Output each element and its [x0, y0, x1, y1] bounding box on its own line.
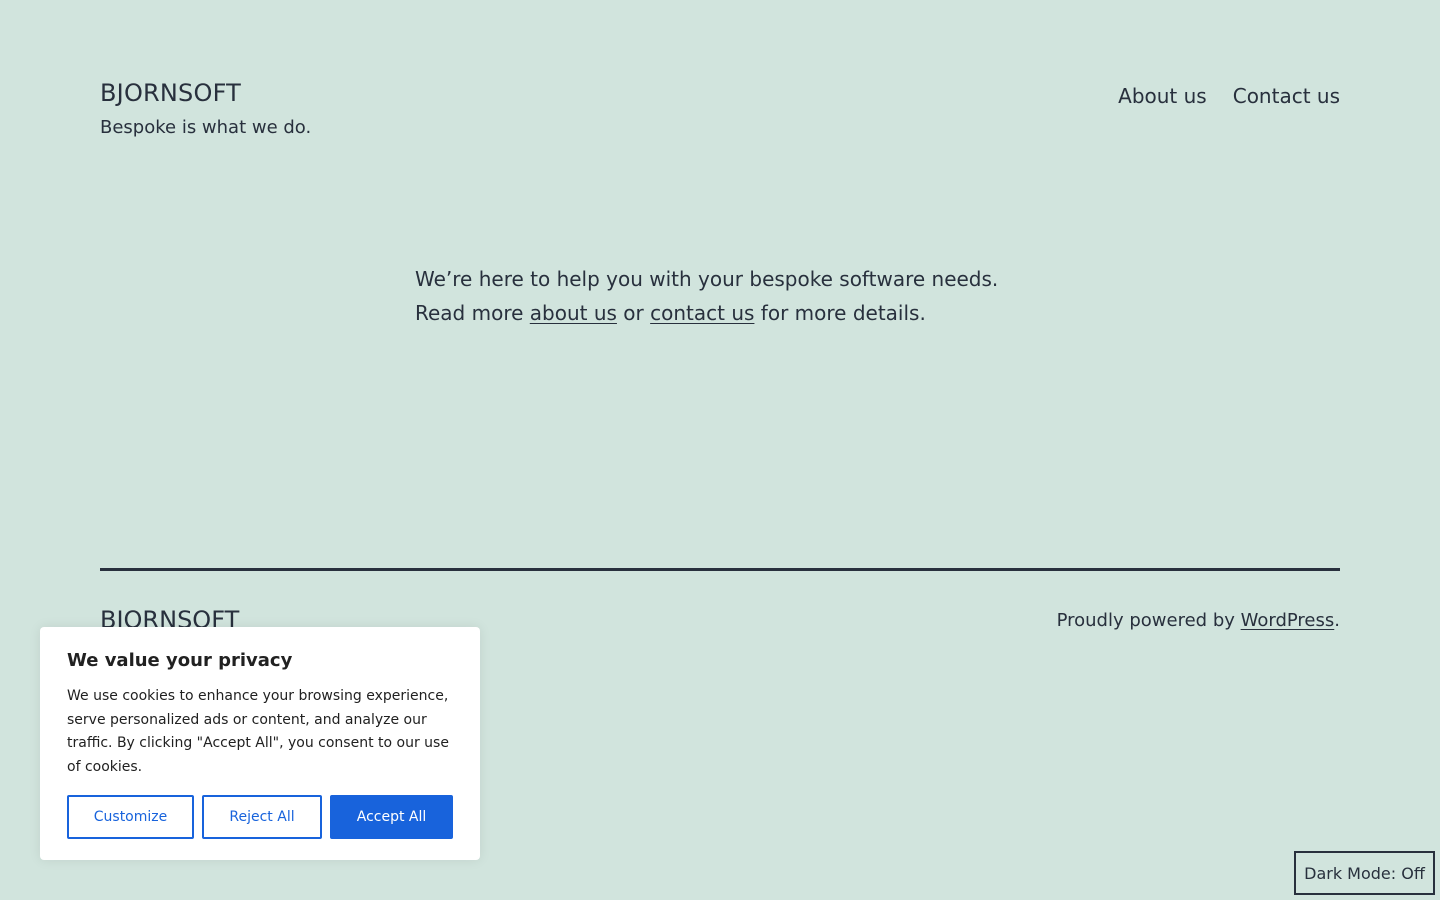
- site-header: BJORNSOFT Bespoke is what we do. About u…: [100, 78, 1340, 148]
- intro-paragraph-line1: We’re here to help you with your bespoke…: [415, 267, 999, 291]
- cookie-consent-banner: We value your privacy We use cookies to …: [40, 627, 480, 860]
- dark-mode-toggle-button[interactable]: Dark Mode: Off: [1294, 851, 1435, 895]
- main-content: We’re here to help you with your bespoke…: [415, 262, 1115, 330]
- nav-link-about-us[interactable]: About us: [1118, 83, 1207, 109]
- line2-suffix: for more details.: [754, 301, 926, 325]
- intro-paragraph-line2: Read more about us or contact us for mor…: [415, 296, 1115, 330]
- powered-by-text: Proudly powered by WordPress.: [1057, 609, 1340, 633]
- site-tagline: Bespoke is what we do.: [100, 117, 312, 138]
- about-us-inline-link[interactable]: about us: [530, 301, 617, 325]
- line2-prefix: Read more: [415, 301, 530, 325]
- cookie-banner-description: We use cookies to enhance your browsing …: [67, 688, 449, 775]
- accept-all-button[interactable]: Accept All: [330, 795, 453, 839]
- contact-us-inline-link[interactable]: contact us: [650, 301, 754, 325]
- wordpress-link[interactable]: WordPress: [1241, 610, 1335, 631]
- cookie-button-group: Customize Reject All Accept All: [67, 795, 453, 839]
- cookie-banner-heading: We value your privacy: [67, 650, 293, 671]
- powered-by-prefix: Proudly powered by: [1056, 610, 1241, 631]
- footer-divider: [100, 568, 1340, 571]
- line2-middle: or: [616, 301, 651, 325]
- page: { "header": { "site_title": "BJORNSOFT",…: [0, 0, 1440, 900]
- powered-by-suffix: .: [1334, 610, 1340, 631]
- reject-all-button[interactable]: Reject All: [202, 795, 322, 839]
- site-title-link[interactable]: BJORNSOFT: [100, 78, 241, 108]
- primary-navigation: About us Contact us: [1118, 83, 1340, 109]
- customize-button[interactable]: Customize: [67, 795, 194, 839]
- nav-link-contact-us[interactable]: Contact us: [1233, 83, 1340, 109]
